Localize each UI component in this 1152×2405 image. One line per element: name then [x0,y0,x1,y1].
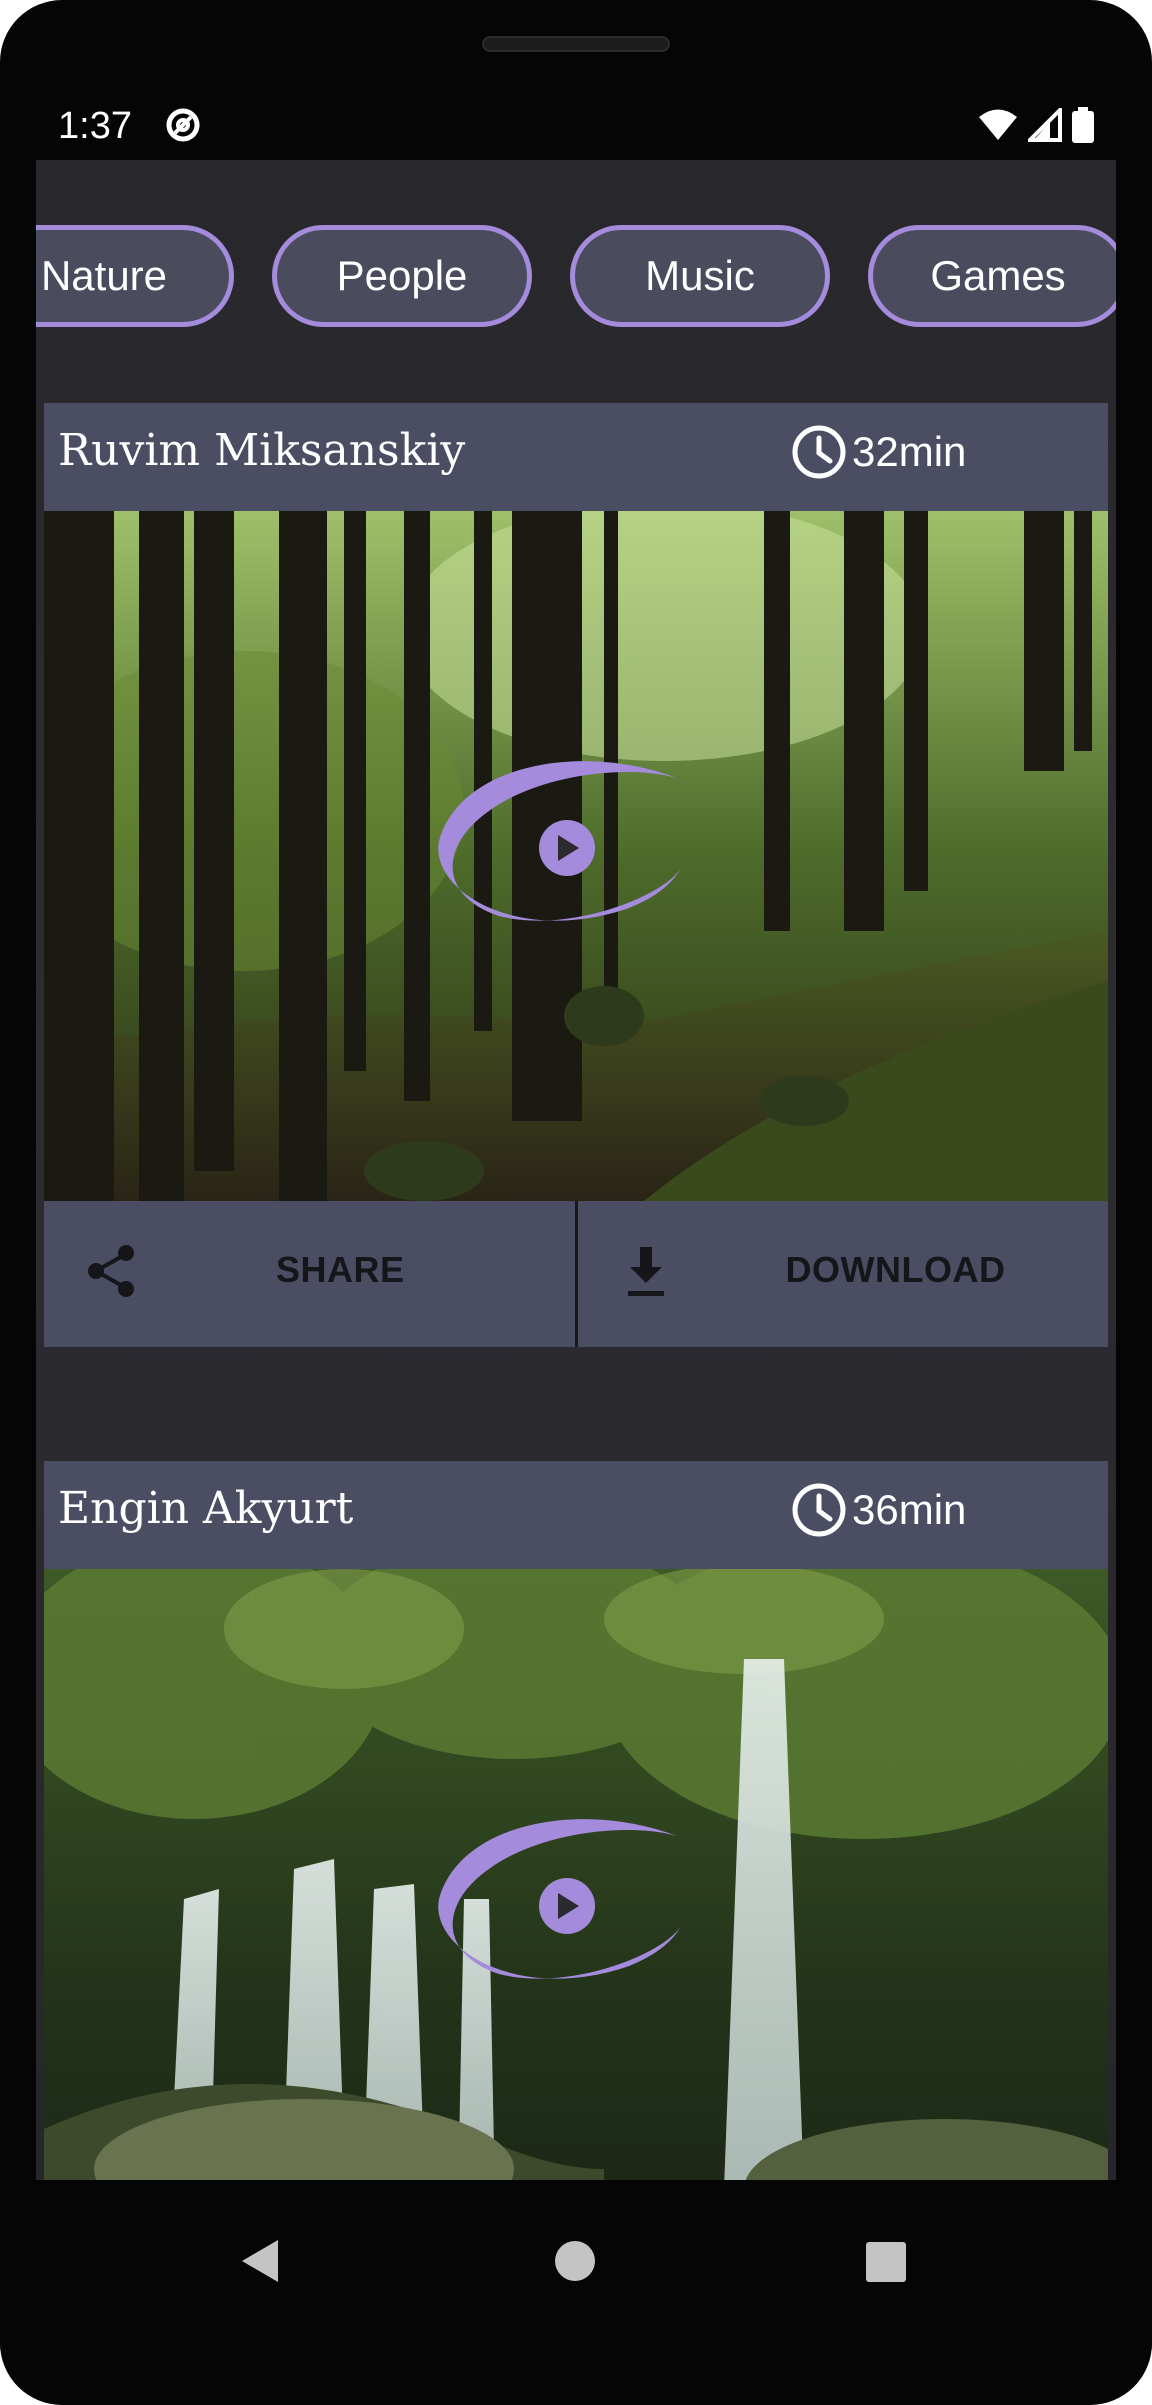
back-icon[interactable] [240,2238,280,2284]
status-time: 1:37 [58,105,132,147]
video-card-header: Ruvim Miksanskiy 32min [44,403,1108,511]
category-chips[interactable]: Nature People Music Games [36,225,1116,335]
download-icon [627,1247,664,1296]
battery-icon [1072,107,1094,143]
video-author: Ruvim Miksanskiy [58,425,466,476]
device-frame: 1:37 Nature People Music Games Ruvim Mik… [0,0,1152,2405]
download-button[interactable]: DOWNLOAD [574,1201,1109,1347]
cell-signal-icon [1028,108,1062,142]
download-label: DOWNLOAD [785,1249,1006,1290]
video-duration-text: 36min [852,1486,967,1533]
chip-people[interactable]: People [272,225,532,327]
share-label: SHARE [276,1249,405,1290]
video-thumbnail[interactable] [44,1569,1108,2180]
video-duration-text: 32min [852,428,967,475]
video-card: Engin Akyurt 36min [44,1461,1108,2180]
wifi-icon [979,109,1017,140]
video-duration: 36min [790,1481,966,1539]
earpiece-speaker [482,36,670,52]
share-button[interactable]: SHARE [44,1201,575,1347]
recents-icon[interactable] [866,2242,906,2282]
video-thumbnail[interactable] [44,511,1108,1201]
clock-icon [792,425,846,479]
video-duration: 32min [790,423,966,481]
video-actions: SHARE DOWNLOAD [44,1201,1108,1347]
video-author: Engin Akyurt [58,1483,354,1534]
do-not-disturb-icon [166,108,200,142]
clock-icon [792,1483,846,1537]
chip-music[interactable]: Music [570,225,830,327]
navigation-bar [0,2180,1152,2350]
home-icon[interactable] [554,2240,596,2282]
share-icon [88,1245,134,1297]
video-card-header: Engin Akyurt 36min [44,1461,1108,1569]
play-button[interactable] [429,1814,709,2004]
play-button[interactable] [429,756,709,946]
chip-nature[interactable]: Nature [36,225,234,327]
status-bar: 1:37 [0,95,1152,157]
chip-games[interactable]: Games [868,225,1116,327]
app-screen: Nature People Music Games Ruvim Miksansk… [36,160,1116,2180]
video-card: Ruvim Miksanskiy 32min SHARE DOWNLOAD [44,403,1108,1347]
